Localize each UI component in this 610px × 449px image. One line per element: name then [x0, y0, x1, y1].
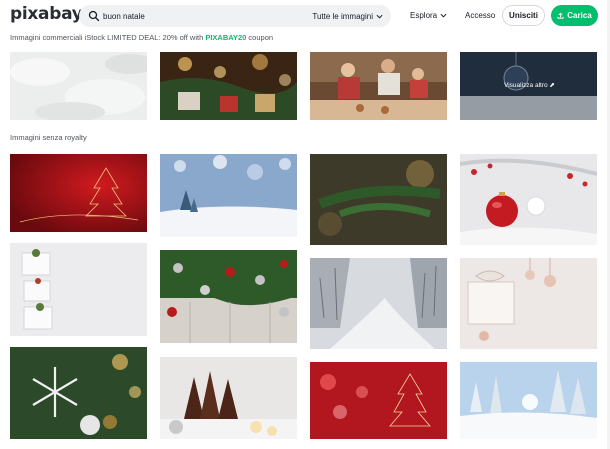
- snowy-bokeh-image: [160, 154, 297, 237]
- gift-baubles-image: [460, 258, 597, 349]
- image-white-gifts[interactable]: [10, 243, 147, 336]
- sponsored-image-gifts-bokeh[interactable]: [160, 52, 297, 120]
- promo-banner[interactable]: Immagini commerciali iStock LIMITED DEAL…: [10, 33, 273, 42]
- red-tree-image: [10, 154, 147, 232]
- image-red-christmas-tree[interactable]: [10, 154, 147, 232]
- sponsored-image-snow[interactable]: [10, 52, 147, 120]
- fir-branch-image: [310, 154, 447, 245]
- sponsored-view-more-tile[interactable]: Visualizza altro ⬈: [460, 52, 597, 120]
- image-type-label: Tutte le immagini: [312, 11, 373, 21]
- upload-icon: [557, 12, 564, 19]
- image-gift-rose-baubles[interactable]: [460, 258, 597, 349]
- image-red-bauble-snow[interactable]: [460, 154, 597, 245]
- fir-wood-image: [160, 250, 297, 343]
- search-icon: [88, 10, 100, 22]
- image-snowy-trees-bokeh[interactable]: [160, 154, 297, 237]
- view-more-label: Visualizza altro ⬈: [504, 82, 555, 89]
- promo-text: Immagini commerciali iStock LIMITED DEAL…: [10, 33, 206, 42]
- image-snowy-forest-road[interactable]: [310, 258, 447, 349]
- christmas-gifts-image: [160, 52, 297, 120]
- explore-label: Esplora: [410, 11, 438, 20]
- image-snowflake-ornament[interactable]: [10, 347, 147, 439]
- chevron-down-icon: [440, 13, 447, 18]
- snowy-road-image: [310, 258, 447, 349]
- search-input[interactable]: [103, 8, 303, 24]
- promo-code: PIXABAY20: [205, 33, 247, 42]
- snow-texture-image: [10, 52, 147, 120]
- family-baking-image: [310, 52, 447, 120]
- search-bar[interactable]: Tutte le immagini: [79, 5, 391, 27]
- section-title: Immagini senza royalty: [10, 133, 87, 142]
- login-link[interactable]: Accesso: [465, 11, 495, 20]
- upload-button[interactable]: Carica: [551, 5, 598, 26]
- explore-menu[interactable]: Esplora: [410, 11, 447, 20]
- pixabay-logo[interactable]: pixabay: [10, 4, 83, 24]
- chevron-down-icon: [376, 14, 383, 19]
- image-wooden-trees-candles[interactable]: [160, 357, 297, 439]
- snowflake-image: [10, 347, 147, 439]
- image-fir-branch-snow[interactable]: [310, 154, 447, 245]
- top-bar: pixabay Tutte le immagini Esplora Access…: [0, 0, 610, 32]
- red-bokeh-image: [310, 362, 447, 439]
- snowy-forest-image: [460, 362, 597, 439]
- image-red-bokeh-tree[interactable]: [310, 362, 447, 439]
- join-button[interactable]: Unisciti: [502, 5, 545, 26]
- wooden-trees-image: [160, 357, 297, 439]
- sponsored-image-family-baking[interactable]: [310, 52, 447, 120]
- promo-suffix: coupon: [246, 33, 274, 42]
- image-snowy-forest-sun[interactable]: [460, 362, 597, 439]
- upload-label: Carica: [567, 11, 592, 20]
- white-gifts-image: [10, 243, 147, 336]
- image-type-dropdown[interactable]: Tutte le immagini: [312, 9, 383, 23]
- image-fir-wood-ornaments[interactable]: [160, 250, 297, 343]
- red-bauble-image: [460, 154, 597, 245]
